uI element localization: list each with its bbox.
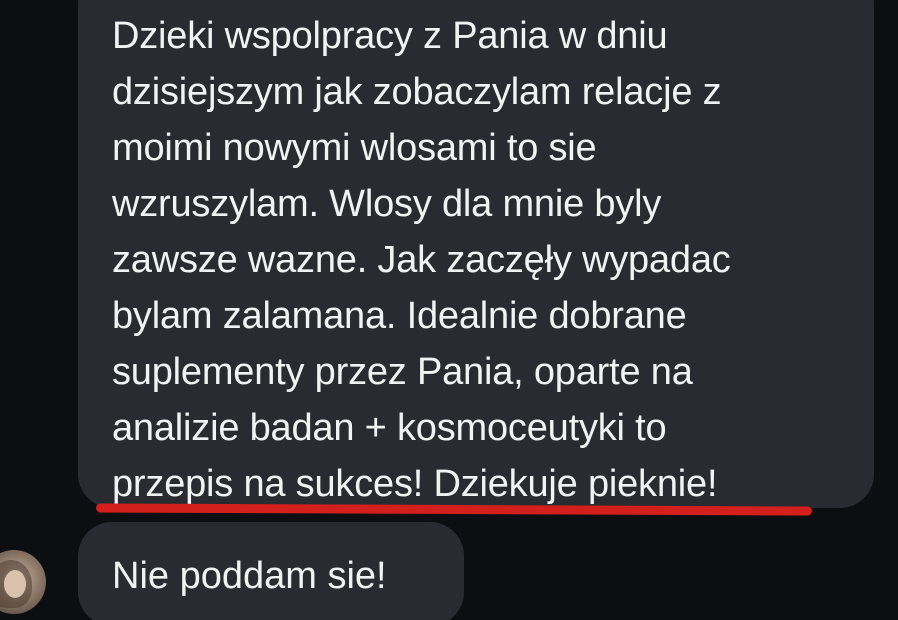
- red-underline-annotation: [95, 503, 813, 516]
- message-bubble[interactable]: Nie poddam sie!: [78, 522, 464, 620]
- message-text: Nie poddam sie!: [112, 555, 387, 597]
- message-text: Dzieki wspolpracy z Pania w dniu dzisiej…: [112, 15, 731, 505]
- avatar-face: [4, 570, 26, 598]
- chat-thread: Dzieki wspolpracy z Pania w dniu dzisiej…: [0, 0, 898, 620]
- message-bubble[interactable]: Dzieki wspolpracy z Pania w dniu dzisiej…: [78, 0, 874, 508]
- avatar[interactable]: [0, 550, 46, 614]
